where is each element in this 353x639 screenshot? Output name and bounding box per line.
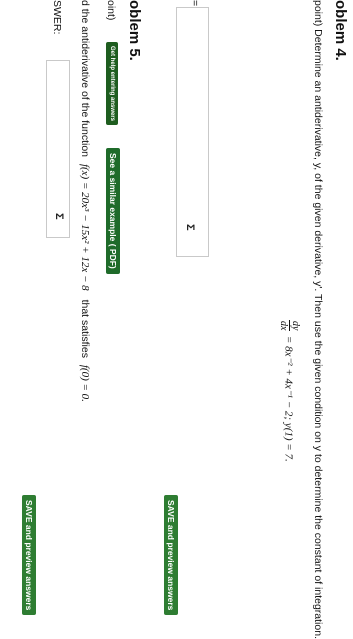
similar-example-button[interactable]: See a similar example ( PDF)	[106, 148, 120, 274]
dy-dx-fraction: dy dx	[278, 320, 301, 332]
problem-4-title: oblem 4.	[332, 0, 349, 61]
problem-5-prompt: d the antiderivative of the function f(x…	[79, 0, 91, 402]
problem-5-function: f(x) = 20x³ − 15x² + 12x − 8	[79, 163, 91, 291]
problem-4-answer-label: =	[189, 0, 201, 7]
problem-5-prompt-prefix: d the antiderivative of the function	[79, 0, 91, 158]
problem-4-equation: dy dx = 8x⁻² + 4x⁻¹ − 2; y(1) = 7.	[278, 320, 301, 462]
problem-5-condition: f(0) = 0.	[79, 364, 91, 402]
problem-5-points-label: oint)	[105, 0, 117, 21]
problem-5-save-button[interactable]: SAVE and preview answers	[22, 495, 36, 616]
equation-rhs: = 8x⁻² + 4x⁻¹ − 2; y(1) = 7.	[282, 335, 295, 462]
sigma-icon[interactable]: Σ	[184, 224, 196, 231]
fraction-numerator: dy	[289, 320, 301, 332]
problem-5-answer-label: SWER:	[51, 0, 63, 35]
problem-5-title: oblem 5.	[126, 0, 143, 61]
fraction-denominator: dx	[278, 321, 289, 331]
problem-4-answer-input[interactable]	[176, 7, 209, 257]
sigma-icon[interactable]: Σ	[53, 213, 65, 220]
rotated-page: oblem 4. point) Determine an antiderivat…	[0, 0, 353, 639]
problem-5-prompt-suffix: that satisfies	[79, 299, 91, 358]
help-entering-answers-button[interactable]: Get help entering answers	[106, 42, 118, 126]
problem-5-answer-input[interactable]	[46, 60, 70, 238]
problem-4-save-button[interactable]: SAVE and preview answers	[164, 495, 178, 616]
problem-4-prompt: point) Determine an antiderivative, y, o…	[312, 0, 324, 639]
